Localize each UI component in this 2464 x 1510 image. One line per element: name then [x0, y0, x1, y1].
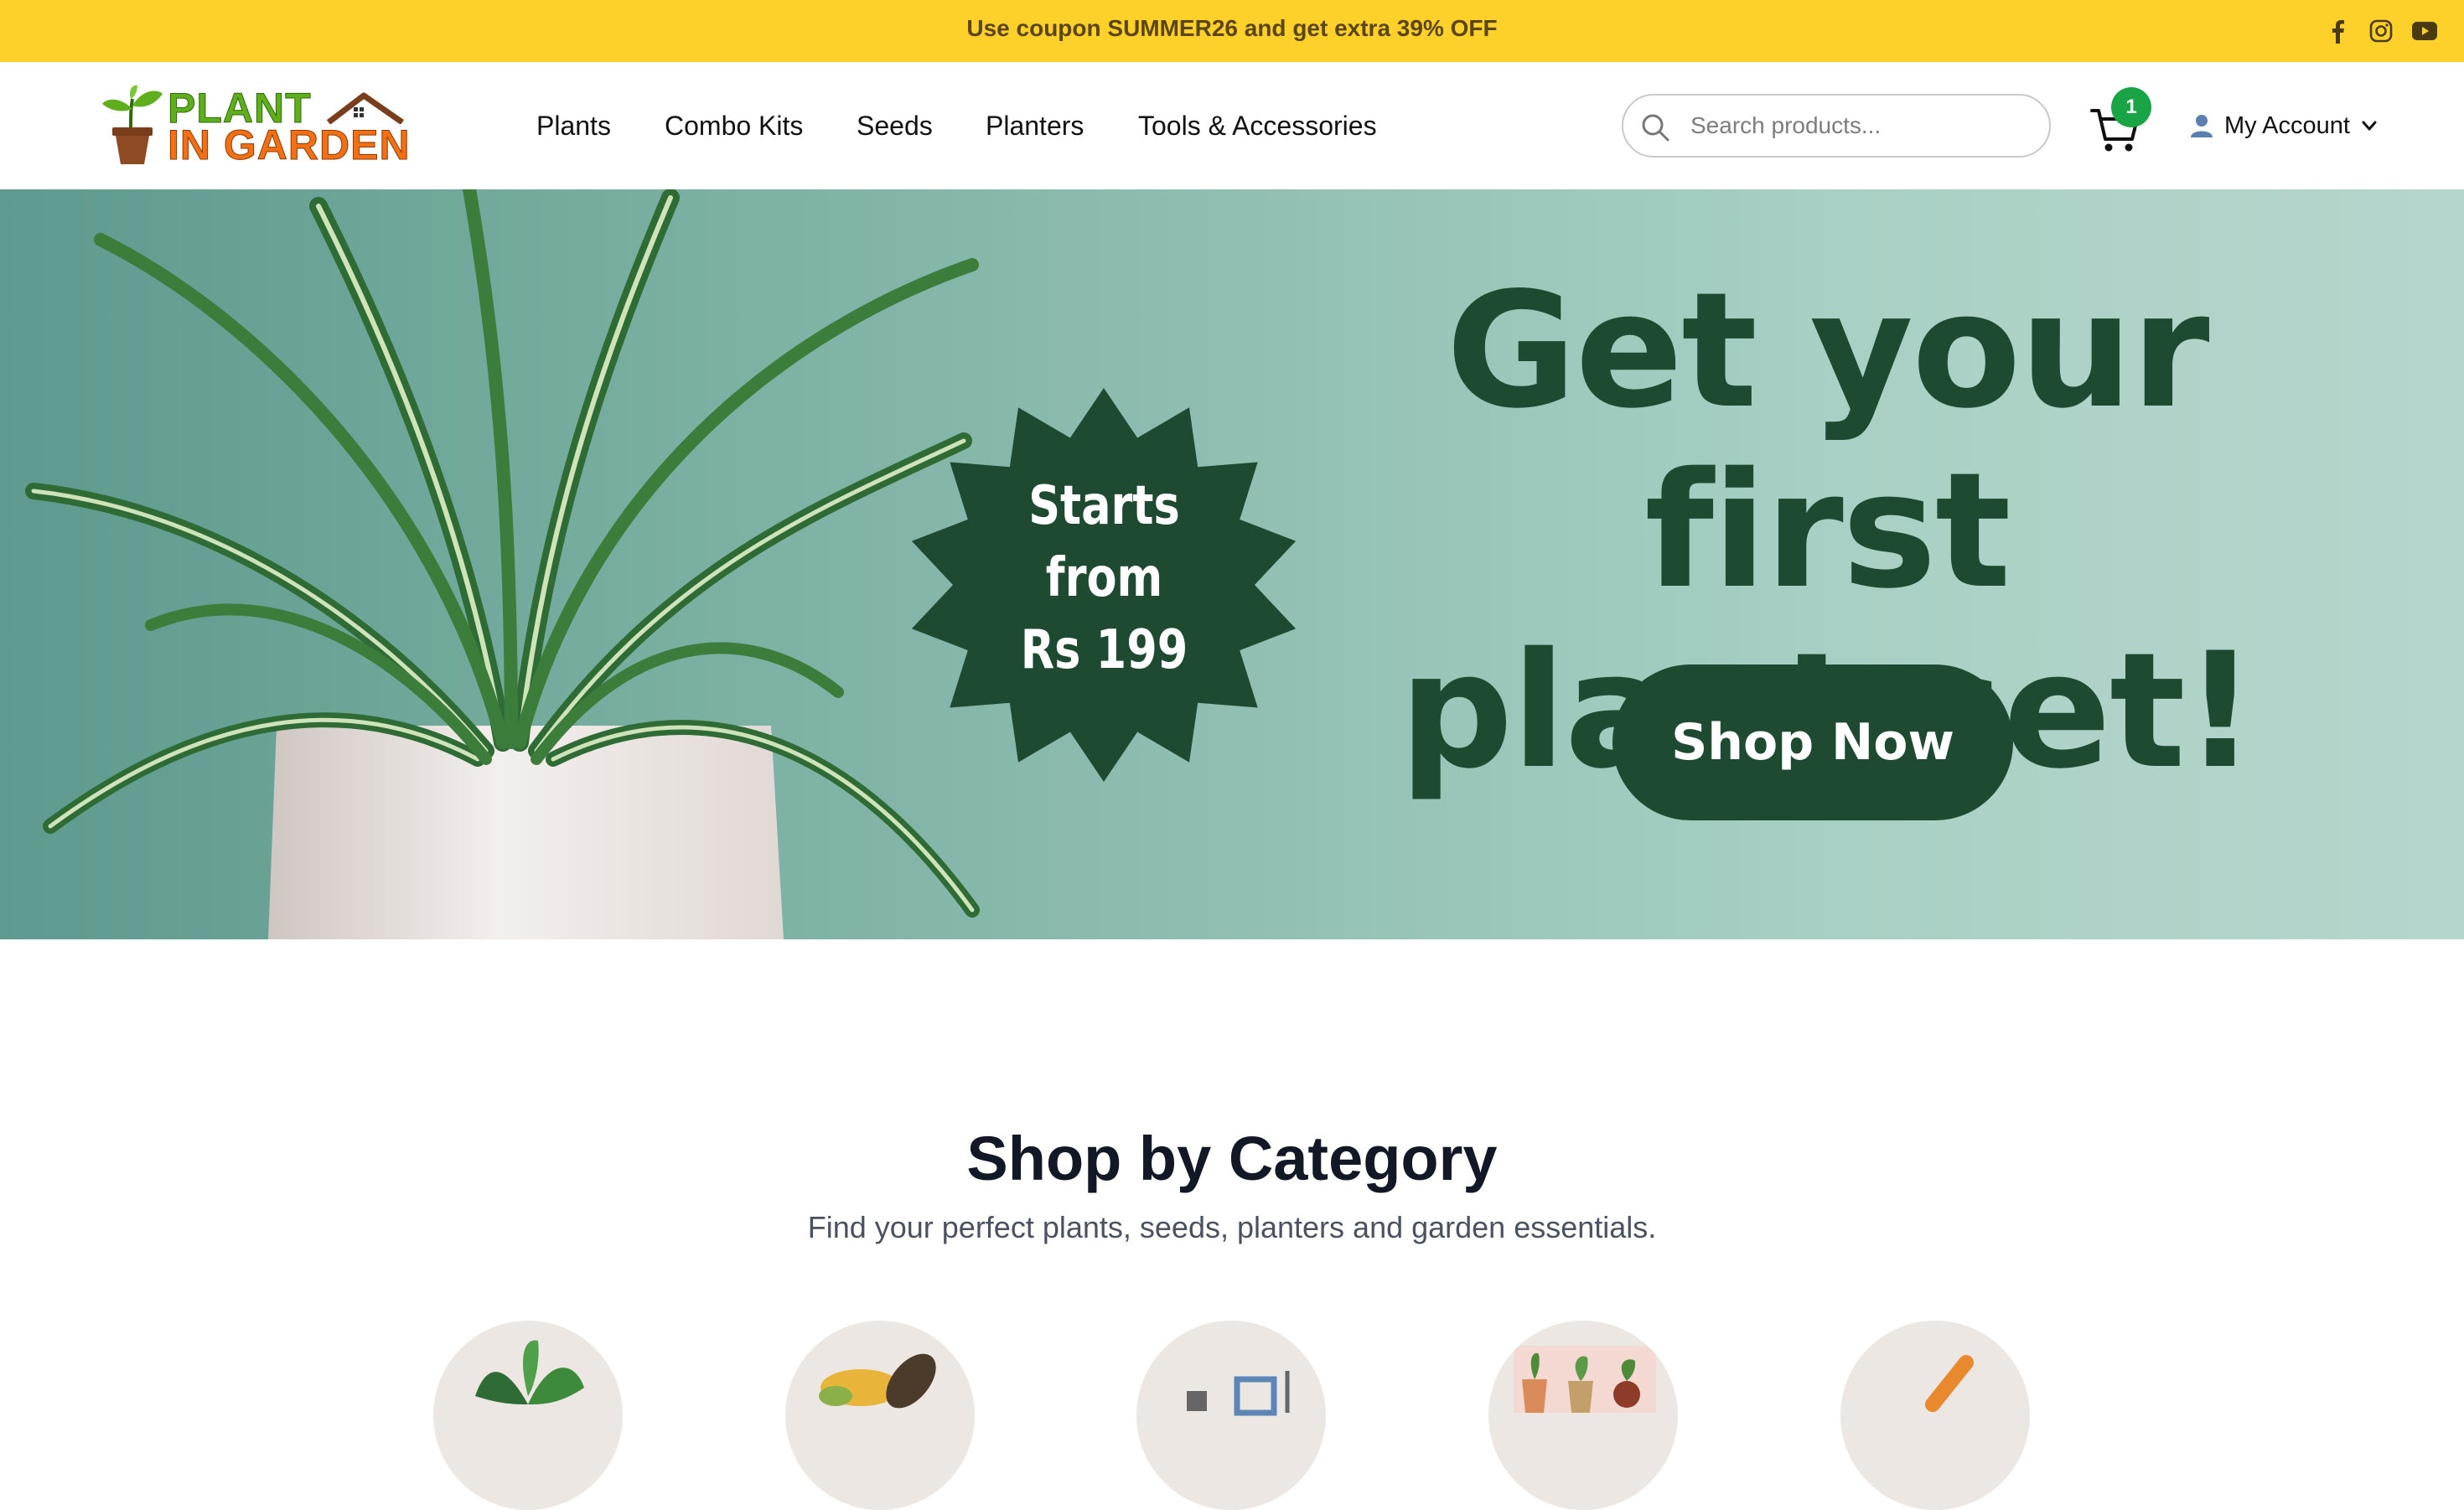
plant-pot-logo-icon	[102, 85, 163, 164]
category-seeds[interactable]	[785, 1321, 975, 1510]
category-section-subtitle: Find your perfect plants, seeds, planter…	[807, 1210, 1657, 1244]
house-roof-icon	[326, 92, 404, 124]
site-logo[interactable]: PLANT IN GARDEN	[99, 84, 417, 169]
youtube-icon[interactable]	[2409, 15, 2441, 47]
announcement-bar: Use coupon SUMMER26 and get extra 39% OF…	[0, 0, 2464, 62]
nav-planters[interactable]: Planters	[986, 111, 1084, 142]
announcement-text: Use coupon SUMMER26 and get extra 39% OF…	[966, 15, 1498, 41]
plant-combo-icon	[1514, 1346, 1656, 1413]
search-input[interactable]	[1690, 101, 2034, 151]
price-badge-line1: Starts	[1028, 475, 1180, 537]
hero-banner: Get your first plant set! Starts from Rs…	[0, 189, 2464, 939]
nav-combo-kits[interactable]: Combo Kits	[665, 111, 803, 142]
nav-seeds[interactable]: Seeds	[857, 111, 933, 142]
planter-shelf-icon	[1187, 1371, 1290, 1416]
category-tools[interactable]	[1840, 1321, 2030, 1510]
logo-text-in-garden: IN GARDEN	[168, 122, 411, 169]
category-combo-kits[interactable]	[1488, 1321, 1678, 1510]
search-icon[interactable]	[1640, 112, 1670, 142]
garden-tool-icon	[1925, 1355, 1974, 1412]
site-header: PLANT IN GARDEN Plants Combo Kits Seeds …	[0, 62, 2464, 189]
category-planters[interactable]	[1136, 1321, 1326, 1510]
shop-now-button[interactable]: Shop Now	[1612, 665, 2013, 820]
chevron-down-icon	[2362, 121, 2377, 131]
price-badge-line3: Rs 199	[1020, 619, 1188, 681]
my-account-menu[interactable]: My Account	[2189, 109, 2379, 142]
instagram-icon[interactable]	[2365, 15, 2397, 47]
category-plants[interactable]	[433, 1321, 623, 1510]
nav-tools-accessories[interactable]: Tools & Accessories	[1138, 111, 1377, 142]
facebook-icon[interactable]	[2322, 15, 2353, 47]
search-box	[1622, 94, 2051, 158]
price-badge-text: Starts from Rs 199	[976, 470, 1234, 686]
hero-title-line1: Get your first	[1446, 258, 2209, 623]
price-badge-line2: from	[1045, 547, 1163, 609]
nav-plants[interactable]: Plants	[536, 111, 611, 142]
potted-plant-icon	[475, 1340, 584, 1404]
cart-count-badge: 1	[2111, 87, 2151, 127]
user-icon	[2191, 115, 2213, 137]
seeds-icon	[819, 1353, 936, 1409]
category-section-title: Shop by Category	[966, 1124, 1498, 1193]
my-account-label: My Account	[2224, 111, 2350, 139]
